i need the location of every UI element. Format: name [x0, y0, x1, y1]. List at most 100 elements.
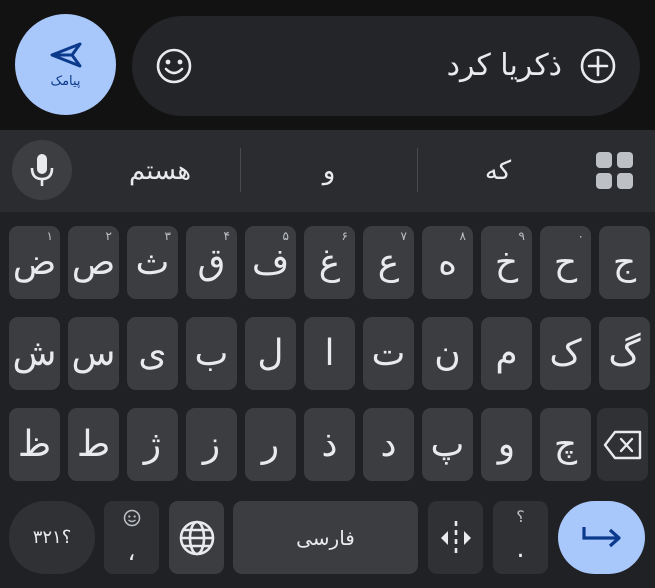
letter-key[interactable]: ط: [68, 408, 119, 481]
key-label: ن: [434, 333, 461, 374]
key-label: گ: [608, 333, 641, 374]
apps-grid-icon[interactable]: [596, 152, 634, 190]
letter-key[interactable]: م: [481, 317, 532, 390]
letter-key[interactable]: ع۷: [363, 226, 414, 299]
letter-key[interactable]: ت: [363, 317, 414, 390]
key-label: ت: [371, 333, 406, 374]
letter-key[interactable]: ذ: [304, 408, 355, 481]
key-label: ظ: [17, 424, 52, 465]
letter-key[interactable]: ف۵: [245, 226, 296, 299]
space-key[interactable]: فارسی: [233, 501, 418, 574]
letter-key[interactable]: س: [68, 317, 119, 390]
send-label: پیامک: [50, 74, 81, 89]
letter-key[interactable]: ل: [245, 317, 296, 390]
key-label: ض: [12, 242, 57, 283]
period-key[interactable]: ؟ .: [493, 501, 548, 574]
key-hint: ۱: [46, 229, 53, 243]
backspace-key[interactable]: [597, 408, 648, 481]
key-hint: ۲: [105, 229, 112, 243]
letter-key[interactable]: ض۱: [9, 226, 60, 299]
comma-label: ،: [127, 538, 136, 566]
voice-input-button[interactable]: [12, 140, 72, 200]
key-label: ق: [197, 242, 226, 283]
globe-icon: [179, 520, 214, 555]
key-label: ا: [324, 333, 335, 374]
key-label: ش: [12, 333, 57, 374]
language-key[interactable]: [169, 501, 224, 574]
key-label: ب: [194, 333, 229, 374]
letter-key[interactable]: ب: [186, 317, 237, 390]
send-sms-button[interactable]: پیامک: [15, 14, 116, 115]
suggestion-strip: هستم و که: [0, 130, 655, 212]
microphone-icon: [30, 154, 54, 186]
letter-key[interactable]: د: [363, 408, 414, 481]
suggestion-item[interactable]: هستم: [80, 130, 240, 212]
key-hint: ۹: [518, 229, 525, 243]
letter-key[interactable]: ظ: [9, 408, 60, 481]
letter-key[interactable]: ن: [422, 317, 473, 390]
letter-key[interactable]: ج: [599, 226, 650, 299]
key-label: ط: [76, 424, 111, 465]
key-label: چ: [553, 424, 578, 465]
enter-arrow-icon: [581, 526, 621, 547]
key-label: خ: [494, 242, 519, 283]
emoji-icon: [123, 509, 140, 527]
key-hint: ۶: [341, 229, 348, 243]
key-hint: ۵: [282, 229, 289, 243]
period-label: .: [516, 534, 525, 564]
key-label: ه: [438, 242, 457, 283]
letter-key[interactable]: گ: [599, 317, 650, 390]
key-label: ز: [202, 424, 221, 465]
compose-bar: پیامک ذکریا کرد: [0, 0, 655, 130]
key-label: ژ: [143, 424, 162, 465]
letter-key[interactable]: ه۸: [422, 226, 473, 299]
letter-key[interactable]: خ۹: [481, 226, 532, 299]
letter-key[interactable]: ک: [540, 317, 591, 390]
key-label: و: [497, 424, 516, 465]
key-label: ر: [261, 424, 280, 465]
key-label: ث: [135, 242, 170, 283]
enter-key[interactable]: [558, 501, 645, 574]
key-hint: ۴: [223, 229, 230, 243]
letter-key[interactable]: ق۴: [186, 226, 237, 299]
key-hint: ۸: [459, 229, 466, 243]
suggestion-item[interactable]: و: [241, 130, 417, 212]
backspace-icon: [603, 430, 641, 459]
letter-key[interactable]: ز: [186, 408, 237, 481]
key-label: س: [71, 333, 116, 374]
key-hint: ۰: [577, 229, 584, 243]
letter-key[interactable]: ر: [245, 408, 296, 481]
key-label: ذ: [321, 424, 338, 465]
key-label: م: [495, 333, 518, 374]
emoji-comma-key[interactable]: ،: [104, 501, 159, 574]
key-label: ح: [553, 242, 578, 283]
letter-key[interactable]: ح۰: [540, 226, 591, 299]
letter-key[interactable]: چ: [540, 408, 591, 481]
letter-key[interactable]: ی: [127, 317, 178, 390]
key-label: ف: [251, 242, 290, 283]
key-label: ی: [138, 333, 167, 374]
letter-key[interactable]: غ۶: [304, 226, 355, 299]
message-text: ذکریا کرد: [446, 48, 562, 83]
keyboard: ض۱ص۲ث۳ق۴ف۵غ۶ع۷ه۸خ۹ح۰جشسیبلاتنمکگظطژزرذدپ…: [0, 212, 655, 588]
suggestion-item[interactable]: که: [418, 130, 578, 212]
letter-key[interactable]: و: [481, 408, 532, 481]
emoji-icon[interactable]: [154, 46, 194, 86]
letter-key[interactable]: ث۳: [127, 226, 178, 299]
key-label: غ: [318, 242, 341, 283]
letter-key[interactable]: ا: [304, 317, 355, 390]
cursor-control-key[interactable]: [428, 501, 483, 574]
key-label: ج: [612, 242, 637, 283]
key-hint: ۳: [164, 229, 171, 243]
letter-key[interactable]: ص۲: [68, 226, 119, 299]
key-label: ک: [549, 333, 582, 374]
letter-key[interactable]: ژ: [127, 408, 178, 481]
key-label: ل: [257, 333, 284, 374]
letter-key[interactable]: ش: [9, 317, 60, 390]
add-circle-icon[interactable]: [578, 46, 618, 86]
letter-key[interactable]: پ: [422, 408, 473, 481]
symbols-key[interactable]: ؟۳۲۱: [9, 501, 95, 574]
message-input[interactable]: ذکریا کرد: [132, 16, 640, 116]
cursor-move-icon: [440, 520, 471, 555]
key-label: پ: [430, 424, 465, 465]
